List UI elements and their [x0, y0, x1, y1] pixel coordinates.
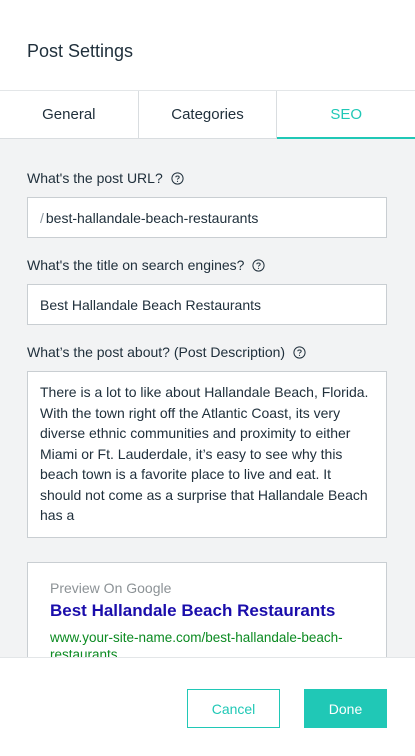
panel-header: Post Settings: [0, 0, 415, 91]
url-value: best-hallandale-beach-restaurants: [45, 209, 259, 226]
panel-footer: Cancel Done: [0, 657, 415, 756]
url-label: What's the post URL?: [27, 170, 184, 186]
url-input[interactable]: / best-hallandale-beach-restaurants: [27, 197, 387, 238]
description-label-text: What’s the post about? (Post Description…: [27, 344, 286, 360]
tab-seo[interactable]: SEO: [277, 91, 415, 139]
seo-settings-panel: What's the post URL? / best-hallandale-b…: [0, 139, 415, 657]
seo-title-label: What's the title on search engines?: [27, 257, 266, 273]
seo-title-label-text: What's the title on search engines?: [27, 257, 245, 273]
tab-categories[interactable]: Categories: [139, 91, 278, 138]
question-circle-icon[interactable]: [252, 258, 266, 272]
question-circle-icon[interactable]: [171, 171, 184, 185]
preview-label: Preview On Google: [50, 580, 172, 596]
cancel-button[interactable]: Cancel: [187, 689, 280, 728]
description-label: What’s the post about? (Post Description…: [27, 344, 306, 360]
done-button[interactable]: Done: [304, 689, 387, 728]
tab-bar: General Categories SEO: [0, 91, 415, 139]
description-textarea[interactable]: There is a lot to like about Hallandale …: [27, 371, 387, 538]
seo-title-input[interactable]: Best Hallandale Beach Restaurants: [27, 284, 387, 325]
seo-title-value: Best Hallandale Beach Restaurants: [40, 296, 262, 313]
google-preview-card: Preview On Google Best Hallandale Beach …: [27, 562, 387, 657]
preview-url: www.your-site-name.com/best-hallandale-b…: [50, 630, 343, 657]
url-label-text: What's the post URL?: [27, 170, 163, 186]
tab-general[interactable]: General: [0, 91, 139, 138]
page-title: Post Settings: [27, 41, 134, 61]
preview-title: Best Hallandale Beach Restaurants: [50, 601, 336, 620]
question-circle-icon[interactable]: [293, 345, 306, 359]
url-prefix: /: [40, 209, 44, 226]
